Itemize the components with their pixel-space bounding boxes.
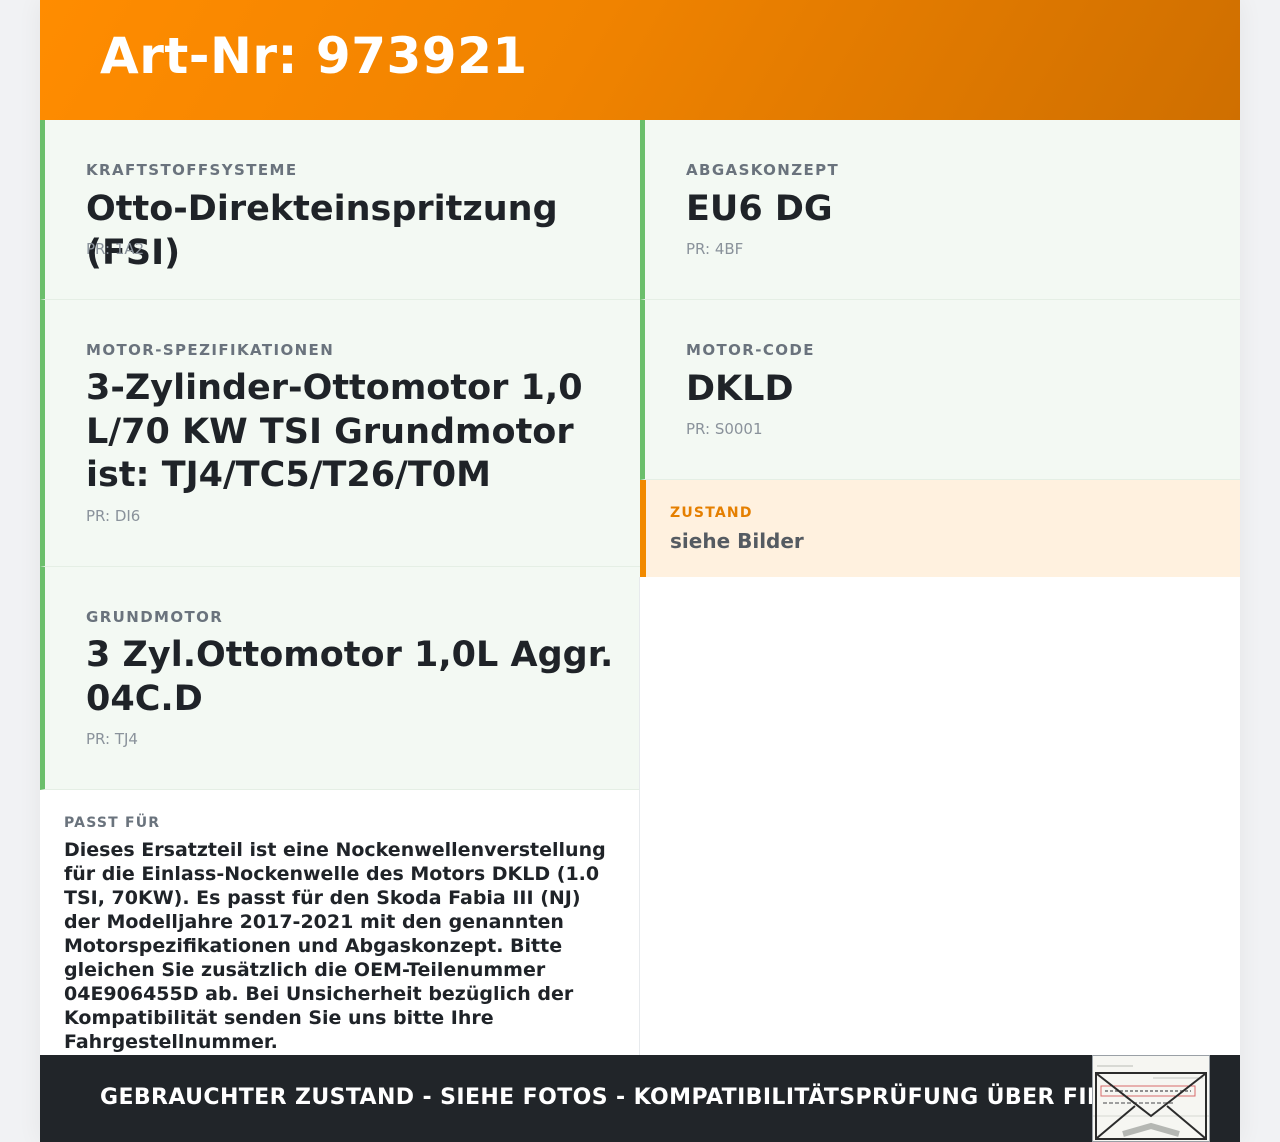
passt-fuer-label: PASST FÜR bbox=[64, 815, 161, 831]
listing-page: Art-Nr: 973921 KRAFTSTOFFSYSTEME Otto-Di… bbox=[40, 0, 1240, 1142]
card-label: MOTOR-CODE bbox=[686, 341, 815, 359]
vehicle-document-thumbnail[interactable] bbox=[1092, 1055, 1210, 1142]
zustand-box: ZUSTAND siehe Bilder bbox=[640, 480, 1240, 577]
zustand-label: ZUSTAND bbox=[670, 505, 753, 521]
card-value: DKLD bbox=[686, 369, 794, 409]
footer-notice: GEBRAUCHTER ZUSTAND - SIEHE FOTOS - KOMP… bbox=[100, 1085, 1106, 1110]
card-label: ABGASKONZEPT bbox=[686, 161, 840, 179]
passt-fuer-section: PASST FÜR Dieses Ersatzteil ist eine Noc… bbox=[40, 790, 640, 1055]
footer-bar: GEBRAUCHTER ZUSTAND - SIEHE FOTOS - KOMP… bbox=[40, 1055, 1240, 1142]
card-grundmotor: GRUNDMOTOR 3 Zyl.Ottomotor 1,0L Aggr. 04… bbox=[40, 567, 640, 790]
card-pr-code: PR: DI6 bbox=[86, 507, 141, 525]
card-motor-code: MOTOR-CODE DKLD PR: S0001 bbox=[640, 300, 1240, 480]
header-banner: Art-Nr: 973921 bbox=[40, 0, 1240, 120]
card-abgaskonzept: ABGASKONZEPT EU6 DG PR: 4BF bbox=[640, 120, 1240, 300]
card-pr-code: PR: TJ4 bbox=[86, 730, 138, 748]
card-label: GRUNDMOTOR bbox=[86, 608, 224, 626]
document-thumbnail-icon bbox=[1093, 1056, 1209, 1141]
zustand-value: siehe Bilder bbox=[670, 529, 804, 553]
card-value: 3 Zyl.Ottomotor 1,0L Aggr. 04C.D bbox=[86, 635, 614, 719]
card-pr-code: PR: 1A2 bbox=[86, 240, 145, 258]
card-label: MOTOR-SPEZIFIKATIONEN bbox=[86, 341, 335, 359]
card-pr-code: PR: S0001 bbox=[686, 420, 763, 438]
card-value: EU6 DG bbox=[686, 189, 833, 229]
card-label: KRAFTSTOFFSYSTEME bbox=[86, 161, 298, 179]
card-value: Otto-Direkteinspritzung (FSI) bbox=[86, 189, 558, 273]
card-kraftstoffsysteme: KRAFTSTOFFSYSTEME Otto-Direkteinspritzun… bbox=[40, 120, 640, 300]
passt-fuer-text: Dieses Ersatzteil ist eine Nockenwellenv… bbox=[64, 839, 606, 1053]
card-motor-spezifikationen: MOTOR-SPEZIFIKATIONEN 3-Zylinder-Ottomot… bbox=[40, 300, 640, 567]
card-pr-code: PR: 4BF bbox=[686, 240, 744, 258]
article-number-title: Art-Nr: 973921 bbox=[100, 27, 528, 85]
card-value: 3-Zylinder-Ottomotor 1,0 L/70 KW TSI Gru… bbox=[86, 368, 583, 495]
